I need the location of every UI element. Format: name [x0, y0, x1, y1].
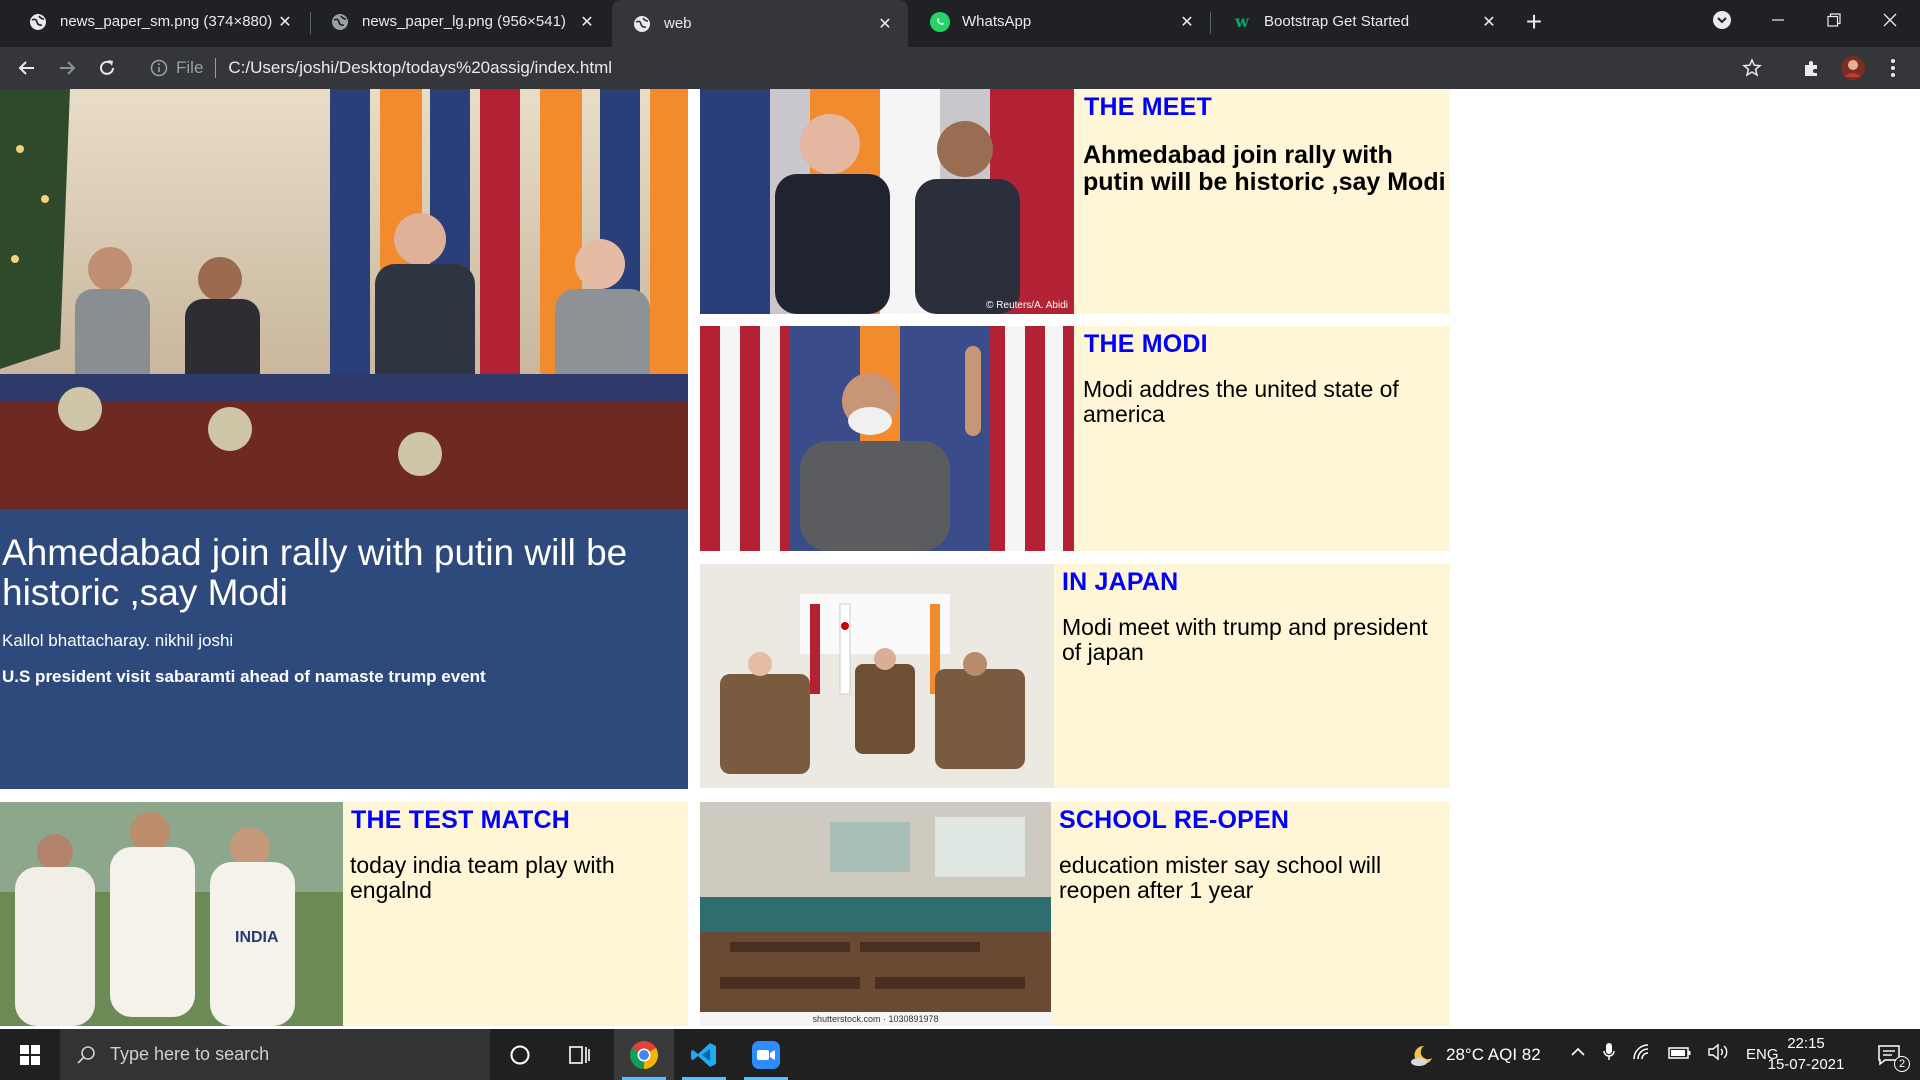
tab-title: news_paper_sm.png (374×880): [60, 13, 273, 30]
url-text[interactable]: C:/Users/joshi/Desktop/todays%20assig/in…: [228, 58, 612, 78]
card-body: today india team play with engalnd: [350, 852, 615, 903]
tab-news-paper-lg[interactable]: news_paper_lg.png (956×541) ✕: [310, 0, 610, 43]
close-icon[interactable]: ✕: [874, 13, 896, 35]
card-the-meet[interactable]: THE MEET Ahmedabad join rally with putin…: [1074, 89, 1450, 314]
card-heading[interactable]: IN JAPAN: [1062, 568, 1178, 597]
minimize-icon[interactable]: [1750, 0, 1806, 40]
wifi-icon[interactable]: [1632, 1043, 1652, 1066]
hero-subheadline: U.S president visit sabaramti ahead of n…: [2, 667, 486, 686]
hero-article[interactable]: Ahmedabad join rally with putin will be …: [0, 509, 688, 789]
hero-byline: Kallol bhattacharay. nikhil joshi: [2, 631, 234, 650]
chevron-up-icon[interactable]: [1570, 1044, 1586, 1065]
bookmark-star-icon[interactable]: [1742, 58, 1762, 78]
photo-credit: © Reuters/A. Abidi: [986, 300, 1068, 311]
tab-title: Bootstrap Get Started: [1264, 13, 1410, 30]
tab-title: news_paper_lg.png (956×541): [362, 13, 566, 30]
moon-cloud-icon: [1410, 1043, 1436, 1067]
profile-avatar[interactable]: [1836, 51, 1870, 85]
windows-start-icon[interactable]: [0, 1029, 60, 1080]
search-icon: [76, 1045, 96, 1065]
chrome-icon[interactable]: [614, 1029, 674, 1080]
clock-date: 15-07-2021: [1767, 1056, 1845, 1073]
card-body: Modi meet with trump and president of ja…: [1062, 614, 1428, 665]
restore-icon[interactable]: [1806, 0, 1862, 40]
hero-headline[interactable]: Ahmedabad join rally with putin will be …: [2, 533, 682, 613]
card-body: Modi addres the united state of america: [1083, 376, 1399, 427]
globe-icon: [632, 14, 652, 34]
page-viewport: Ahmedabad join rally with putin will be …: [0, 89, 1920, 1029]
weather-text: 28°C AQI 82: [1446, 1044, 1541, 1064]
tab-whatsapp[interactable]: WhatsApp ✕: [910, 0, 1210, 43]
address-bar[interactable]: File C:/Users/joshi/Desktop/todays%20ass…: [138, 51, 1774, 85]
card-school-re-open[interactable]: SCHOOL RE-OPEN education mister say scho…: [1051, 802, 1450, 1026]
card-in-japan[interactable]: IN JAPAN Modi meet with trump and presid…: [1054, 564, 1450, 788]
tab-title: WhatsApp: [962, 13, 1032, 30]
globe-icon: [28, 12, 48, 32]
cortana-icon[interactable]: [490, 1029, 550, 1080]
volume-icon[interactable]: [1708, 1043, 1730, 1066]
the-modi-image: [700, 326, 1074, 551]
battery-icon[interactable]: [1668, 1045, 1692, 1065]
photo-caption: shutterstock.com · 1030891978: [812, 1014, 939, 1024]
notification-count-badge: 2: [1894, 1056, 1910, 1072]
microphone-icon[interactable]: [1602, 1042, 1616, 1067]
task-view-icon[interactable]: [550, 1029, 610, 1080]
clock-time: 22:15: [1787, 1035, 1825, 1052]
vscode-icon[interactable]: [674, 1029, 734, 1080]
taskbar-search-input[interactable]: Type here to search: [60, 1029, 490, 1080]
the-meet-image: © Reuters/A. Abidi: [700, 89, 1074, 314]
close-window-icon[interactable]: [1862, 0, 1918, 40]
info-icon[interactable]: [150, 59, 168, 77]
hero-press-conference-image: [0, 89, 688, 509]
notification-center-icon[interactable]: 2: [1860, 1029, 1920, 1080]
divider: [215, 58, 217, 78]
close-icon[interactable]: ✕: [1176, 11, 1198, 33]
tab-strip: news_paper_sm.png (374×880) ✕ news_paper…: [0, 0, 1920, 47]
scheme-label: File: [176, 58, 204, 77]
card-body: Ahmedabad join rally with putin will be …: [1083, 141, 1446, 196]
in-japan-image: [700, 564, 1054, 788]
card-body: education mister say school will reopen …: [1059, 852, 1382, 903]
search-placeholder: Type here to search: [110, 1044, 270, 1064]
menu-dots-icon[interactable]: [1876, 51, 1910, 85]
tab-web[interactable]: web ✕: [612, 0, 908, 47]
card-heading[interactable]: THE TEST MATCH: [351, 806, 570, 835]
new-tab-button[interactable]: +: [1518, 6, 1550, 38]
tab-search-icon[interactable]: [1694, 0, 1750, 40]
card-the-test-match[interactable]: THE TEST MATCH today india team play wit…: [343, 802, 688, 1026]
test-match-image: INDIA: [0, 802, 343, 1026]
card-heading[interactable]: SCHOOL RE-OPEN: [1059, 806, 1289, 835]
close-icon[interactable]: ✕: [274, 11, 296, 33]
card-the-modi[interactable]: THE MODI Modi addres the united state of…: [1074, 326, 1450, 551]
w3schools-icon: w: [1235, 12, 1249, 31]
close-icon[interactable]: ✕: [1478, 11, 1500, 33]
extensions-puzzle-icon[interactable]: [1795, 51, 1829, 85]
card-heading[interactable]: THE MODI: [1084, 330, 1208, 359]
system-tray-icons: ENG: [1570, 1029, 1779, 1080]
tab-news-paper-sm[interactable]: news_paper_sm.png (374×880) ✕: [8, 0, 308, 43]
back-icon[interactable]: [10, 51, 44, 85]
zoom-icon[interactable]: [736, 1029, 796, 1080]
jersey-text: INDIA: [235, 929, 279, 946]
tab-title: web: [664, 15, 692, 32]
globe-icon: [330, 12, 350, 32]
whatsapp-icon: [930, 11, 950, 32]
tab-separator: [1210, 12, 1211, 34]
tab-bootstrap[interactable]: w Bootstrap Get Started ✕: [1212, 0, 1512, 43]
card-heading[interactable]: THE MEET: [1084, 93, 1212, 122]
windows-taskbar: Type here to search 28°C AQI 82 ENG 22:1…: [0, 1029, 1920, 1080]
taskbar-clock[interactable]: 22:15 15-07-2021: [1758, 1033, 1854, 1075]
weather-widget[interactable]: 28°C AQI 82: [1410, 1029, 1541, 1080]
close-icon[interactable]: ✕: [576, 11, 598, 33]
browser-toolbar: File C:/Users/joshi/Desktop/todays%20ass…: [0, 47, 1920, 89]
forward-icon[interactable]: [50, 51, 84, 85]
school-re-open-image: shutterstock.com · 1030891978: [700, 802, 1051, 1026]
reload-icon[interactable]: [90, 51, 124, 85]
